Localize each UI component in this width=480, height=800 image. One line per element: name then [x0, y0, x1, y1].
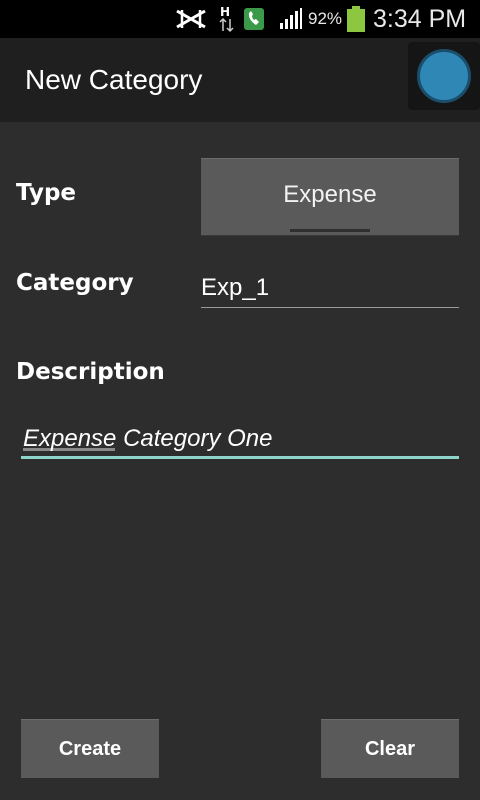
category-field[interactable]: Exp_1: [201, 266, 459, 308]
battery-percent: 92%: [308, 9, 343, 28]
phone-app-icon: [243, 0, 265, 38]
signal-icon: [279, 0, 303, 38]
category-label: Category: [16, 270, 134, 296]
avatar-button[interactable]: [408, 42, 480, 110]
hspa-data-icon: H: [219, 0, 235, 38]
create-button[interactable]: Create: [21, 719, 159, 778]
clear-button[interactable]: Clear: [321, 719, 459, 778]
category-field-underline: [201, 307, 459, 308]
battery-icon: [346, 0, 366, 38]
type-spinner[interactable]: Expense: [201, 158, 459, 235]
page-title: New Category: [25, 64, 203, 95]
avatar: [417, 49, 471, 103]
category-field-value: Exp_1: [201, 274, 270, 301]
action-bar: New Category: [0, 38, 480, 122]
type-label: Type: [16, 180, 77, 206]
status-time: 3:34 PM: [373, 4, 467, 33]
spinner-dropdown-indicator: [290, 229, 370, 232]
description-label: Description: [16, 359, 165, 385]
description-field[interactable]: Expense Category One: [21, 416, 459, 459]
no-sim-icon: [174, 0, 208, 38]
status-bar: H 92% 3:34 PM: [0, 0, 480, 38]
svg-text:H: H: [220, 5, 230, 19]
type-spinner-value: Expense: [283, 181, 377, 208]
description-field-underline: [21, 456, 459, 459]
description-field-value: Expense Category One: [23, 425, 273, 452]
